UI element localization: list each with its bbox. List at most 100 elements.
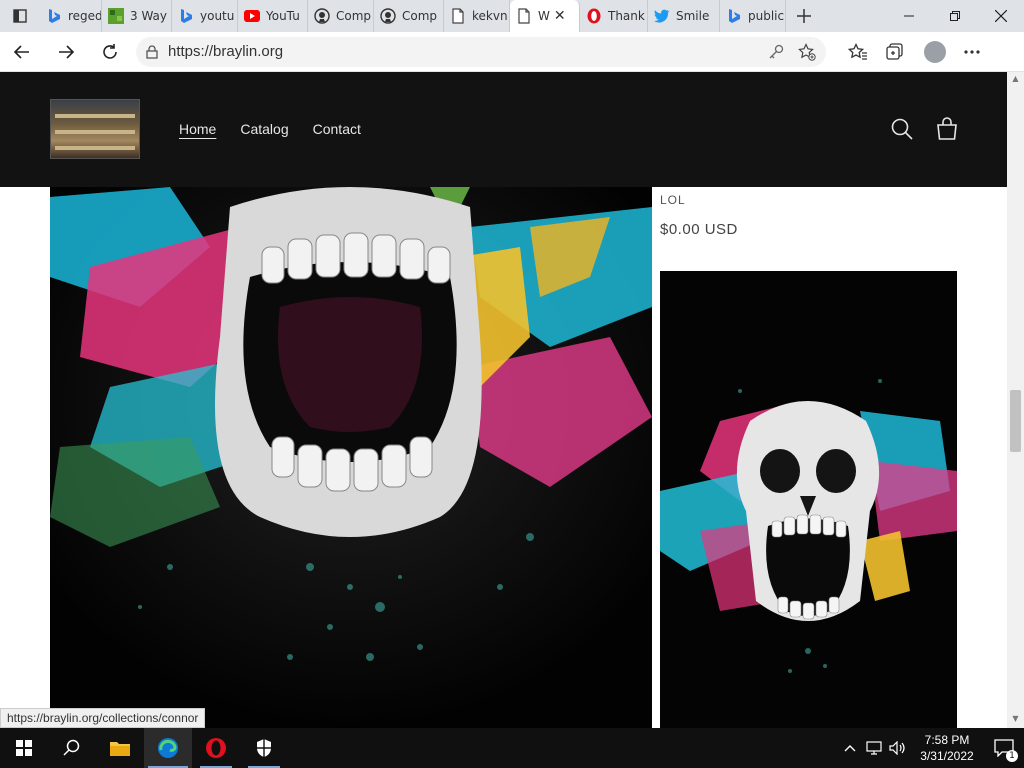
browser-tab[interactable]: youtu xyxy=(172,0,238,32)
search-icon[interactable] xyxy=(889,116,915,142)
refresh-icon xyxy=(103,43,117,59)
browser-tab-label: Comp xyxy=(402,9,438,23)
security-taskbar-button[interactable] xyxy=(240,728,288,768)
restore-button[interactable] xyxy=(932,0,978,32)
tab-actions-button[interactable] xyxy=(0,0,40,32)
window-controls xyxy=(886,0,1024,32)
browser-tab-label: Thank xyxy=(608,9,645,23)
close-window-button[interactable] xyxy=(978,0,1024,32)
folder-icon xyxy=(110,742,130,756)
browser-tab[interactable]: W ✕ xyxy=(510,0,580,32)
browser-tab[interactable]: YouTu xyxy=(238,0,308,32)
skull-thumbnail-artwork xyxy=(660,271,957,728)
minimize-button[interactable] xyxy=(886,0,932,32)
scroll-up-icon[interactable]: ▲ xyxy=(1010,74,1021,86)
bing-icon xyxy=(178,8,194,24)
lock-icon xyxy=(146,44,158,59)
collections-icon[interactable] xyxy=(886,42,906,61)
close-tab-icon[interactable]: ✕ xyxy=(554,8,566,24)
store-logo[interactable] xyxy=(50,99,140,159)
new-tab-button[interactable] xyxy=(786,0,822,32)
url-text: https://braylin.org xyxy=(168,43,284,60)
edge-taskbar-button[interactable] xyxy=(144,728,192,768)
browser-tab[interactable]: reged xyxy=(40,0,102,32)
opera-icon xyxy=(586,8,602,24)
network-button[interactable] xyxy=(862,728,886,768)
product-info: LOL $0.00 USD xyxy=(660,187,960,728)
bing-icon xyxy=(46,8,62,24)
cart-icon[interactable] xyxy=(934,116,960,142)
browser-tab-label: youtu xyxy=(200,9,235,23)
product-main-image[interactable] xyxy=(50,187,652,728)
product-vendor: LOL xyxy=(660,193,686,207)
volume-button[interactable] xyxy=(886,728,910,768)
forward-button[interactable] xyxy=(44,32,88,72)
add-favorite-icon[interactable] xyxy=(798,42,816,61)
browser-tab-label: kekvn xyxy=(472,9,508,23)
twitter-icon xyxy=(654,8,670,24)
browser-tab[interactable]: kekvn xyxy=(444,0,510,32)
refresh-button[interactable] xyxy=(88,32,132,72)
browser-tab-label: Comp xyxy=(336,9,372,23)
system-tray: 7:58 PM 3/31/2022 1 xyxy=(838,728,1024,768)
nav-link-catalog[interactable]: Catalog xyxy=(240,121,288,137)
notification-count-badge: 1 xyxy=(1006,750,1018,762)
tray-expand-button[interactable] xyxy=(838,728,862,768)
browser-tab[interactable]: Comp xyxy=(308,0,374,32)
page-icon xyxy=(516,8,532,24)
arrow-right-icon xyxy=(59,44,75,59)
windows-logo-icon xyxy=(16,740,32,756)
notification-center-button[interactable]: 1 xyxy=(984,728,1024,768)
speaker-icon xyxy=(889,741,905,755)
product-thumbnail[interactable] xyxy=(660,271,957,728)
close-icon xyxy=(995,10,1007,22)
nav-link-contact[interactable]: Contact xyxy=(313,121,361,137)
site-header: Home Catalog Contact xyxy=(0,72,1007,187)
main-nav: Home Catalog Contact xyxy=(179,121,361,137)
clock-date: 3/31/2022 xyxy=(920,749,974,763)
plus-icon xyxy=(797,9,811,23)
windows-taskbar: 7:58 PM 3/31/2022 1 xyxy=(0,728,1024,768)
bing-icon xyxy=(726,8,742,24)
shield-icon xyxy=(257,739,271,757)
browser-tab[interactable]: public xyxy=(720,0,786,32)
github-icon xyxy=(380,8,396,24)
browser-tab-label: Smile xyxy=(676,9,710,23)
scroll-down-icon[interactable]: ▼ xyxy=(1010,714,1021,726)
browser-tab[interactable]: Thank xyxy=(580,0,648,32)
skull-artwork xyxy=(50,187,652,728)
profile-avatar[interactable] xyxy=(924,40,946,63)
key-icon[interactable] xyxy=(768,44,784,60)
more-options-icon[interactable] xyxy=(964,49,980,54)
browser-tab[interactable]: Smile xyxy=(648,0,720,32)
arrow-left-icon xyxy=(13,44,29,59)
product-price: $0.00 USD xyxy=(660,221,738,238)
file-explorer-button[interactable] xyxy=(96,728,144,768)
network-icon xyxy=(866,741,882,755)
page-scrollbar[interactable]: ▲ ▼ xyxy=(1007,72,1024,728)
restore-icon xyxy=(950,11,960,21)
search-icon xyxy=(63,739,80,756)
status-link-preview: https://braylin.org/collections/connor xyxy=(0,708,206,728)
browser-tab-label: public xyxy=(748,9,785,23)
browser-tab[interactable]: 3 Way xyxy=(102,0,172,32)
edge-icon xyxy=(158,738,178,758)
start-button[interactable] xyxy=(0,728,48,768)
scroll-thumb[interactable] xyxy=(1010,390,1021,452)
browser-tab-label: W xyxy=(538,9,550,23)
product-section: LOL $0.00 USD xyxy=(0,187,1007,728)
tab-actions-icon xyxy=(13,9,27,23)
youtube-icon xyxy=(244,8,260,24)
favorites-icon[interactable] xyxy=(848,42,868,61)
back-button[interactable] xyxy=(0,32,44,72)
clock[interactable]: 7:58 PM 3/31/2022 xyxy=(910,732,984,764)
browser-tab-strip: reged 3 Way youtu YouTu Comp Comp kekvn W ✕ Thank… xyxy=(0,0,1024,32)
url-field[interactable]: https://braylin.org xyxy=(136,36,826,67)
browser-tab-label: YouTu xyxy=(266,9,300,23)
minecraft-icon xyxy=(108,8,124,24)
search-taskbar-button[interactable] xyxy=(48,728,96,768)
opera-icon xyxy=(206,738,226,758)
nav-link-home[interactable]: Home xyxy=(179,121,216,137)
opera-taskbar-button[interactable] xyxy=(192,728,240,768)
browser-tab[interactable]: Comp xyxy=(374,0,444,32)
